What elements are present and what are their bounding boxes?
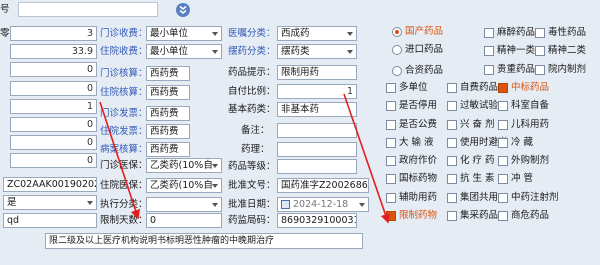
annotation-arrows xyxy=(99,93,390,224)
red-arrow-right xyxy=(343,93,390,224)
red-arrow-left xyxy=(99,101,141,220)
